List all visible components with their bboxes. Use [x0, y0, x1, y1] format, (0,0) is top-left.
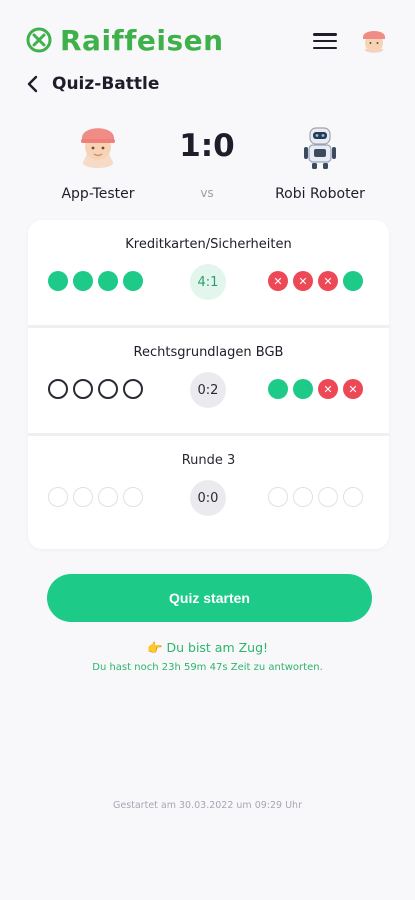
pending-answer-dot [318, 487, 338, 507]
started-timestamp: Gestartet am 30.03.2022 um 09:29 Uhr [112, 800, 302, 811]
correct-answer-dot [343, 271, 363, 291]
player-one-answers [48, 271, 143, 291]
pending-answer-dot [98, 487, 118, 507]
correct-answer-dot [293, 379, 313, 399]
round-3[interactable]: Runde 3 0:0 [28, 436, 389, 549]
player-two-answers: ✕ ✕ ✕ [268, 271, 363, 291]
correct-answer-dot [123, 271, 143, 291]
round-1[interactable]: Kreditkarten/Sicherheiten 4:1 ✕ ✕ ✕ [28, 220, 389, 328]
pending-answer-dot [73, 487, 93, 507]
brand-logo[interactable]: Raiffeisen [26, 22, 224, 58]
match-score: 1:0 [179, 128, 235, 164]
unanswered-dot [123, 379, 143, 399]
pending-answer-dot [268, 487, 288, 507]
wrong-answer-icon: ✕ [343, 379, 363, 399]
round-score: 0:2 [190, 372, 226, 408]
correct-answer-dot [73, 271, 93, 291]
wrong-answer-icon: ✕ [318, 379, 338, 399]
user-avatar-icon[interactable] [357, 24, 391, 58]
rounds-card: Kreditkarten/Sicherheiten 4:1 ✕ ✕ ✕ Rechts… [28, 220, 389, 549]
pending-answer-dot [343, 487, 363, 507]
player-one: App-Tester [28, 120, 168, 202]
round-title: Runde 3 [181, 453, 236, 468]
tester-avatar-icon [81, 128, 115, 168]
round-title: Kreditkarten/Sicherheiten [125, 237, 292, 252]
chevron-left-icon[interactable] [26, 74, 40, 94]
pending-answer-dot [48, 487, 68, 507]
wrong-answer-icon: ✕ [318, 271, 338, 291]
player-two-answers [268, 487, 363, 507]
player-two-name: Robi Roboter [275, 186, 365, 202]
raiffeisen-logo-icon [26, 27, 52, 53]
unanswered-dot [73, 379, 93, 399]
wrong-answer-icon: ✕ [268, 271, 288, 291]
correct-answer-dot [268, 379, 288, 399]
player-one-name: App-Tester [61, 186, 135, 202]
player-one-answers [48, 487, 143, 507]
unanswered-dot [98, 379, 118, 399]
turn-indicator: 👉 Du bist am Zug! [146, 640, 269, 655]
round-title: Rechtsgrundlagen BGB [133, 345, 284, 360]
correct-answer-dot [48, 271, 68, 291]
player-one-answers [48, 379, 143, 399]
unanswered-dot [48, 379, 68, 399]
correct-answer-dot [98, 271, 118, 291]
vs-label: vs [200, 186, 214, 200]
player-two: Robi Roboter [250, 120, 390, 202]
time-remaining: Du hast noch 23h 59m 47s Zeit zu antwort… [92, 662, 323, 673]
wrong-answer-icon: ✕ [293, 271, 313, 291]
start-quiz-button[interactable]: Quiz starten [47, 574, 372, 622]
round-score: 0:0 [190, 480, 226, 516]
hamburger-menu-icon[interactable] [313, 30, 337, 52]
pending-answer-dot [123, 487, 143, 507]
player-two-answers: ✕ ✕ [268, 379, 363, 399]
round-score: 4:1 [190, 264, 226, 300]
top-bar: Raiffeisen [0, 0, 415, 80]
back-navigation[interactable]: Quiz-Battle [26, 70, 159, 98]
robot-avatar-icon [304, 127, 336, 169]
page-title: Quiz-Battle [52, 74, 160, 94]
pending-answer-dot [293, 487, 313, 507]
round-2[interactable]: Rechtsgrundlagen BGB 0:2 ✕ ✕ [28, 328, 389, 436]
brand-name: Raiffeisen [60, 23, 224, 57]
